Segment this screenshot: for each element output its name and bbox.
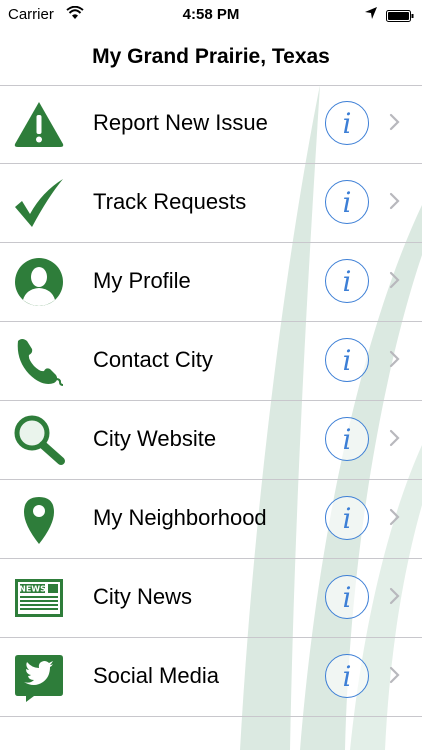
twitter-icon (12, 651, 66, 703)
menu-row-social-media[interactable]: Social Media i (0, 638, 422, 717)
menu-label: Track Requests (93, 189, 247, 214)
status-bar: Carrier 4:58 PM (0, 0, 422, 30)
chevron-right-icon (389, 192, 400, 210)
menu-label: City Website (93, 426, 217, 451)
magnifier-icon (12, 414, 66, 466)
info-button[interactable]: i (325, 417, 369, 461)
chevron-right-icon (389, 350, 400, 368)
map-pin-icon (12, 493, 66, 545)
chevron-right-icon (389, 429, 400, 447)
menu-row-city-news[interactable]: NEWS City News i (0, 559, 422, 638)
info-button[interactable]: i (325, 259, 369, 303)
info-button[interactable]: i (325, 101, 369, 145)
chevron-right-icon (389, 113, 400, 131)
profile-icon (12, 256, 66, 308)
warning-icon (12, 98, 66, 150)
chevron-right-icon (389, 666, 400, 684)
menu-label: City News (93, 584, 193, 609)
menu-row-contact-city[interactable]: Contact City i (0, 322, 422, 401)
info-button[interactable]: i (325, 654, 369, 698)
chevron-right-icon (389, 587, 400, 605)
newspaper-icon: NEWS (12, 572, 66, 624)
chevron-right-icon (389, 271, 400, 289)
navigation-bar: My Grand Prairie, Texas (0, 30, 422, 86)
page-title: My Grand Prairie, Texas (92, 45, 330, 68)
info-button[interactable]: i (325, 180, 369, 224)
chevron-right-icon (389, 508, 400, 526)
menu-label: Contact City (93, 347, 213, 372)
menu-row-my-profile[interactable]: My Profile i (0, 243, 422, 322)
status-time: 4:58 PM (182, 6, 240, 23)
phone-icon (12, 335, 66, 387)
checkmark-icon (12, 177, 66, 229)
menu-label: Social Media (93, 663, 219, 688)
menu-label: Report New Issue (93, 110, 268, 135)
svg-text:NEWS: NEWS (19, 585, 46, 594)
info-button[interactable]: i (325, 575, 369, 619)
menu-label: My Neighborhood (93, 505, 267, 530)
menu-list: Report New Issue i Track Requests i My P… (0, 85, 422, 717)
menu-label: My Profile (93, 268, 191, 293)
menu-row-city-website[interactable]: City Website i (0, 401, 422, 480)
menu-row-track-requests[interactable]: Track Requests i (0, 164, 422, 243)
info-button[interactable]: i (325, 496, 369, 540)
menu-row-report-new-issue[interactable]: Report New Issue i (0, 85, 422, 164)
location-arrow-icon (364, 6, 378, 24)
battery-icon (386, 9, 414, 22)
menu-row-my-neighborhood[interactable]: My Neighborhood i (0, 480, 422, 559)
info-button[interactable]: i (325, 338, 369, 382)
